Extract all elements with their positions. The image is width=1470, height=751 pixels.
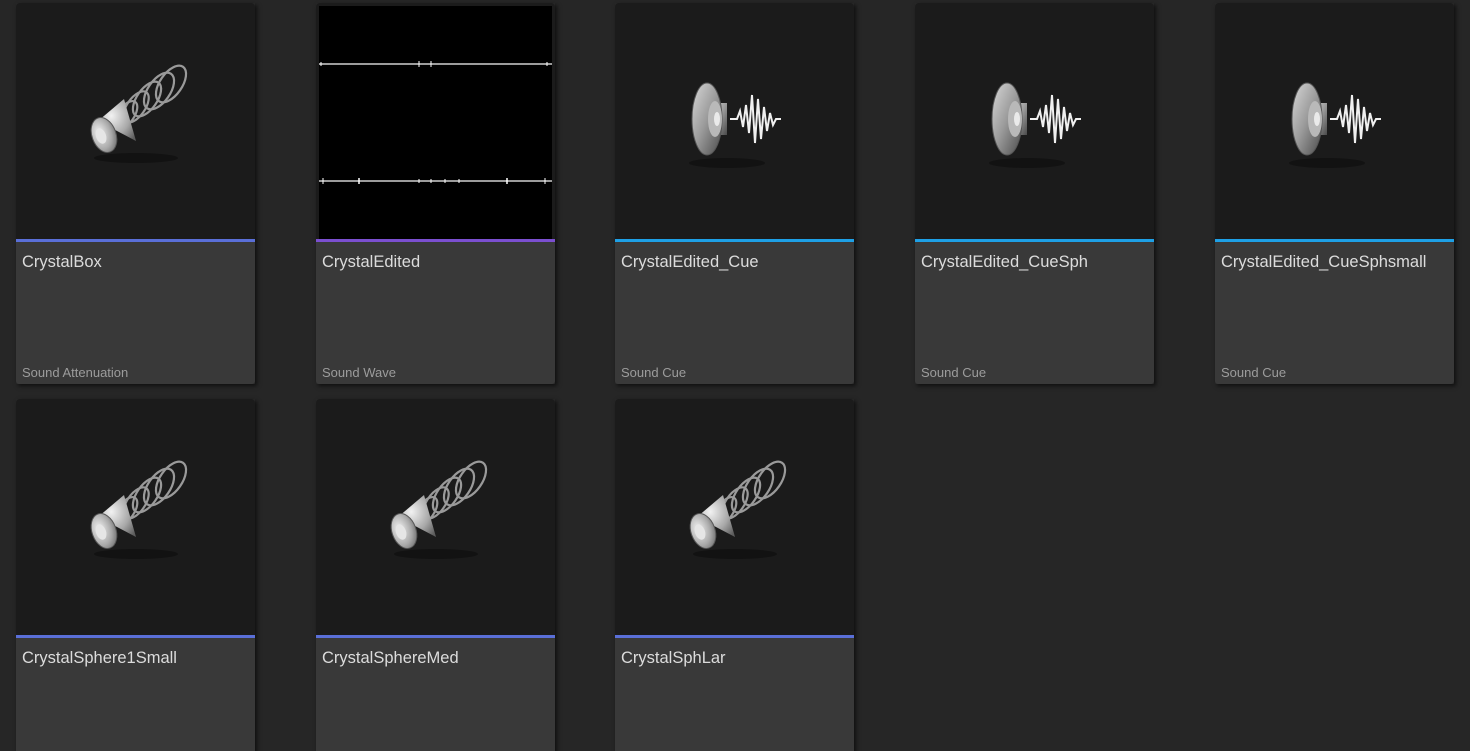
attenuation-speaker-icon: [90, 64, 188, 163]
sound-cue-speaker-icon: [1289, 82, 1381, 168]
asset-thumbnail: [615, 3, 854, 239]
asset-name: CrystalEdited_CueSph: [921, 253, 1088, 271]
asset-thumbnail: [915, 3, 1154, 239]
asset-tile-crystaledited-cue[interactable]: CrystalEdited_Cue Sound Cue: [615, 3, 854, 384]
sound-cue-speaker-icon: [989, 82, 1081, 168]
asset-info-panel: CrystalEdited_CueSph Sound Cue: [915, 242, 1154, 384]
asset-thumbnail: [16, 399, 255, 635]
asset-thumbnail: [615, 399, 854, 635]
asset-tile-crystalsphere1small[interactable]: CrystalSphere1Small: [16, 399, 255, 751]
asset-thumbnail: [316, 3, 555, 239]
asset-thumbnail: [16, 3, 255, 239]
asset-name: CrystalEdited_CueSphsmall: [1221, 253, 1427, 271]
asset-info-panel: CrystalSphere1Small: [16, 638, 255, 751]
asset-info-panel: CrystalEdited_CueSphsmall Sound Cue: [1215, 242, 1454, 384]
asset-info-panel: CrystalSphLar: [615, 638, 854, 751]
attenuation-speaker-icon: [90, 460, 188, 559]
waveform-preview: [319, 6, 552, 239]
asset-name: CrystalEdited_Cue: [621, 253, 759, 271]
asset-thumbnail: [316, 399, 555, 635]
asset-tile-crystalbox[interactable]: CrystalBox Sound Attenuation: [16, 3, 255, 384]
asset-name: CrystalEdited: [322, 253, 421, 271]
attenuation-speaker-icon: [689, 460, 787, 559]
asset-tile-crystaledited-cuesphsmall[interactable]: CrystalEdited_CueSphsmall Sound Cue: [1215, 3, 1454, 384]
asset-type-label: Sound Attenuation: [22, 365, 129, 380]
asset-name: CrystalSphereMed: [322, 649, 459, 667]
content-browser-grid: CrystalBox Sound Attenuation CrystalEdit…: [0, 0, 1470, 751]
asset-name: CrystalSphLar: [621, 649, 726, 667]
sound-cue-speaker-icon: [689, 82, 781, 168]
asset-info-panel: CrystalBox Sound Attenuation: [16, 242, 255, 384]
asset-info-panel: CrystalSphereMed: [316, 638, 555, 751]
asset-info-panel: CrystalEdited Sound Wave: [316, 242, 555, 384]
asset-tile-crystalspheremed[interactable]: CrystalSphereMed: [316, 399, 555, 751]
asset-type-label: Sound Wave: [322, 365, 396, 380]
asset-name: CrystalSphere1Small: [22, 649, 177, 667]
asset-type-label: Sound Cue: [921, 365, 987, 380]
asset-tile-crystaledited[interactable]: CrystalEdited Sound Wave: [316, 3, 555, 384]
asset-thumbnail: [1215, 3, 1454, 239]
asset-tile-crystaledited-cuesph[interactable]: CrystalEdited_CueSph Sound Cue: [915, 3, 1154, 384]
asset-type-label: Sound Cue: [621, 365, 687, 380]
asset-tile-crystalsphlar[interactable]: CrystalSphLar: [615, 399, 854, 751]
asset-name: CrystalBox: [22, 253, 102, 271]
attenuation-speaker-icon: [390, 460, 488, 559]
asset-type-label: Sound Cue: [1221, 365, 1287, 380]
asset-info-panel: CrystalEdited_Cue Sound Cue: [615, 242, 854, 384]
